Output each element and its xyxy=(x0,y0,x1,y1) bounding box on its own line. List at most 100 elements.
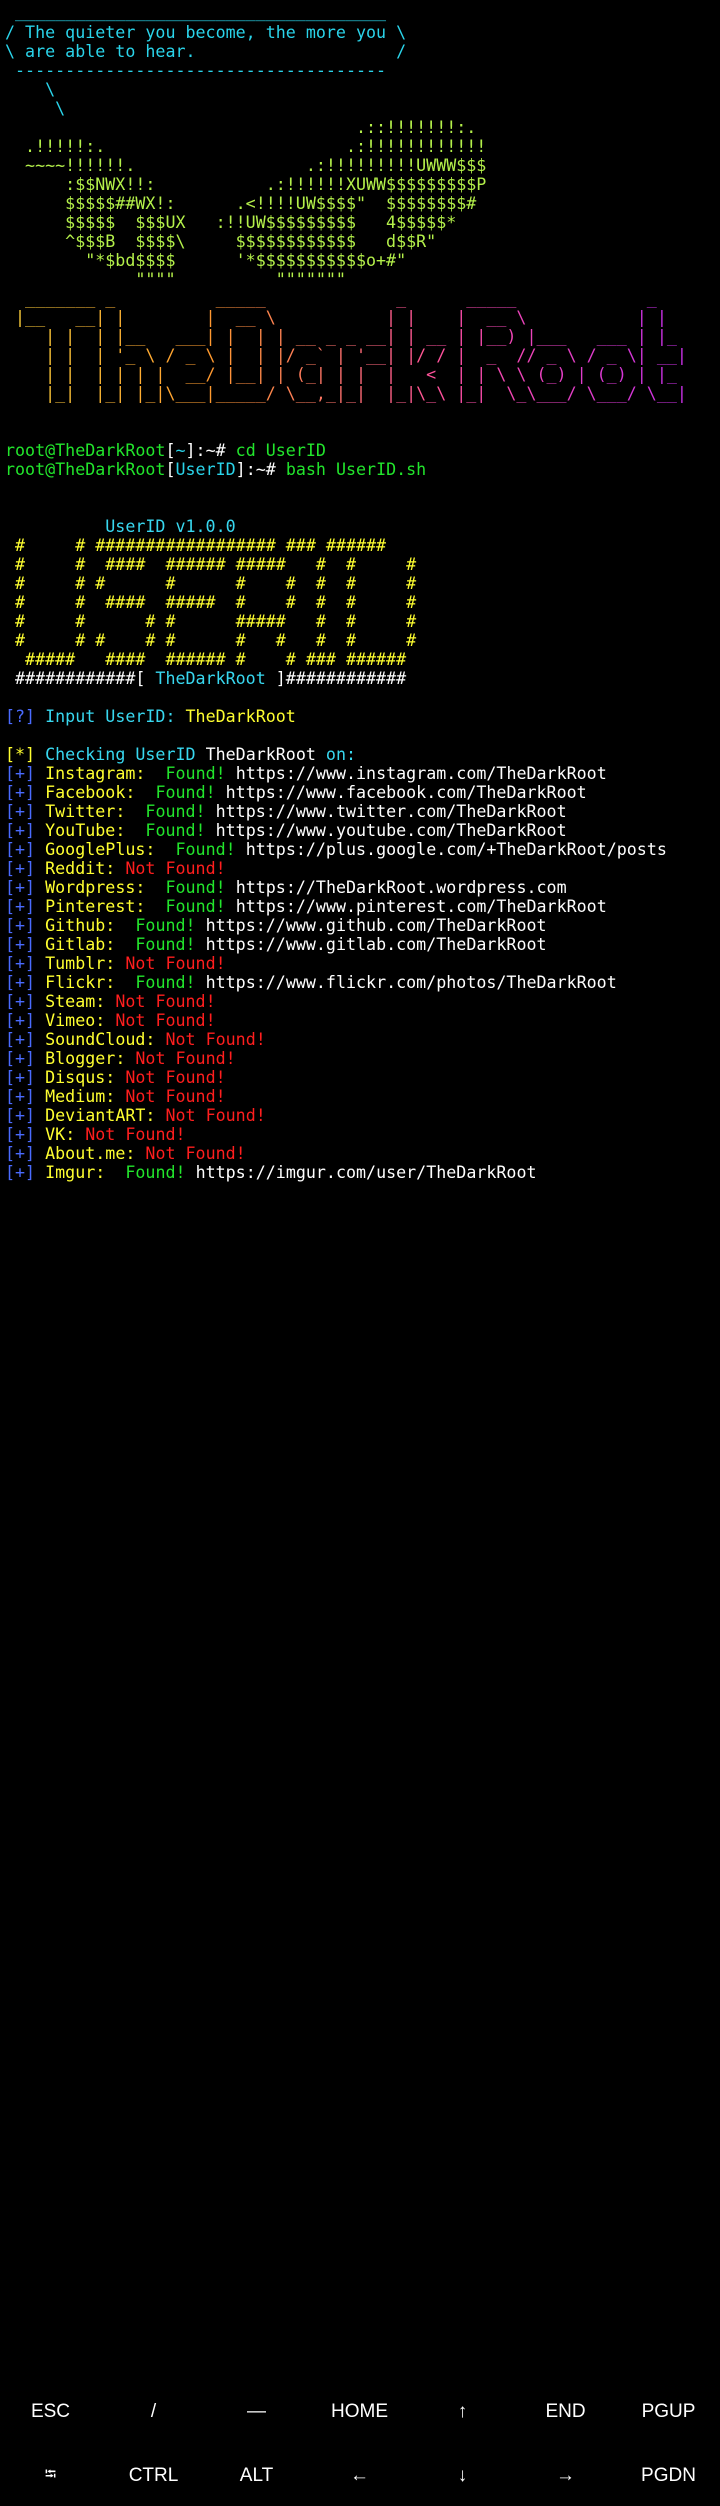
result-line: [+] Pinterest: Found! https://www.pinter… xyxy=(5,897,607,916)
key-home[interactable]: HOME xyxy=(308,2382,411,2442)
tool-logo-line: # # ################## ### ###### xyxy=(5,536,387,555)
result-site: Steam xyxy=(45,992,96,1011)
result-site: Vimeo xyxy=(45,1011,96,1030)
plus-badge: [+] xyxy=(5,1011,36,1030)
result-site: Instagram xyxy=(45,764,136,783)
result-url[interactable]: https://www.github.com/TheDarkRoot xyxy=(206,916,547,935)
result-status: Found! xyxy=(125,1163,186,1182)
key-alt[interactable]: ALT xyxy=(205,2446,308,2506)
key-pgup[interactable]: PGUP xyxy=(617,2382,720,2442)
result-status: Not Found! xyxy=(125,954,226,973)
result-status: Found! xyxy=(145,802,206,821)
result-line: [+] Imgur: Found! https://imgur.com/user… xyxy=(5,1163,537,1182)
shell-command-line: root@TheDarkRoot[UserID]:~# bash UserID.… xyxy=(5,460,427,479)
tool-logo-line: # # #### ##### # # # # # xyxy=(5,593,417,612)
result-url[interactable]: https://www.pinterest.com/TheDarkRoot xyxy=(236,897,607,916)
result-line: [+] Vimeo: Not Found! xyxy=(5,1011,216,1030)
result-site: Blogger xyxy=(45,1049,116,1068)
key-esc[interactable]: ESC xyxy=(0,2382,102,2442)
result-line: [+] Wordpress: Found! https://TheDarkRoo… xyxy=(5,878,567,897)
banner-line: |_| |_| |_|\___|_____/ \__,_|_| |_|\_\ |… xyxy=(5,384,687,403)
plus-badge: [+] xyxy=(5,859,36,878)
result-url[interactable]: https://www.instagram.com/TheDarkRoot xyxy=(236,764,607,783)
plus-badge: [+] xyxy=(5,954,36,973)
result-line: [+] Instagram: Found! https://www.instag… xyxy=(5,764,607,783)
plus-badge: [+] xyxy=(5,840,36,859)
result-line: [+] Twitter: Found! https://www.twitter.… xyxy=(5,802,567,821)
key-left-arrow[interactable]: ← xyxy=(308,2446,411,2506)
plus-badge: [+] xyxy=(5,916,36,935)
banner-line: _______ _ _____ _ _____ _ xyxy=(5,289,657,308)
plus-badge: [+] xyxy=(5,783,36,802)
tool-footer-line: ############[ TheDarkRoot ]############ xyxy=(5,669,407,688)
plus-badge: [+] xyxy=(5,1087,36,1106)
result-url[interactable]: https://imgur.com/user/TheDarkRoot xyxy=(196,1163,537,1182)
result-site: Disqus xyxy=(45,1068,106,1087)
cowsay-tail-2: \ xyxy=(5,99,66,118)
tool-logo-line: # # # # # # # # # xyxy=(5,574,417,593)
plus-badge: [+] xyxy=(5,1163,36,1182)
result-status: Not Found! xyxy=(125,859,226,878)
result-url[interactable]: https://www.facebook.com/TheDarkRoot xyxy=(226,783,587,802)
result-site: Twitter xyxy=(45,802,116,821)
dragon-art-line: ^$$$B $$$$\ $$$$$$$$$$$$ d$$R" xyxy=(5,232,437,251)
tool-logo-line: # # #### ###### ##### # # # xyxy=(5,555,417,574)
result-status: Found! xyxy=(165,897,226,916)
result-line: [+] Disqus: Not Found! xyxy=(5,1068,226,1087)
asterisk-badge: [*] xyxy=(5,745,36,764)
result-url[interactable]: https://www.youtube.com/TheDarkRoot xyxy=(216,821,567,840)
result-site: DeviantART xyxy=(45,1106,146,1125)
result-status: Found! xyxy=(145,821,206,840)
result-url[interactable]: https://www.gitlab.com/TheDarkRoot xyxy=(206,935,547,954)
banner-line: | | | | | | __/ |__| | (_| | | | < | | \… xyxy=(5,365,677,384)
prompt-suffix: :~# xyxy=(195,441,236,460)
result-site: Flickr xyxy=(45,973,106,992)
dragon-art-line: .::!!!!!!!:. xyxy=(5,118,477,137)
key-slash[interactable]: / xyxy=(102,2382,205,2442)
input-label: Input UserID: xyxy=(35,707,186,726)
dragon-art-line: $$$$$ $$$UX :!!UW$$$$$$$$$ 4$$$$$* xyxy=(5,213,457,232)
command-text: bash UserID.sh xyxy=(285,460,427,479)
dragon-art-line: """" """"""" xyxy=(5,270,346,289)
plus-badge: [+] xyxy=(5,1125,36,1144)
result-line: [+] SoundCloud: Not Found! xyxy=(5,1030,266,1049)
plus-badge: [+] xyxy=(5,897,36,916)
result-url[interactable]: https://TheDarkRoot.wordpress.com xyxy=(236,878,567,897)
key-dash[interactable]: — xyxy=(205,2382,308,2442)
key-end[interactable]: END xyxy=(514,2382,617,2442)
result-line: [+] VK: Not Found! xyxy=(5,1125,186,1144)
key-ctrl[interactable]: CTRL xyxy=(102,2446,205,2506)
dragon-art-line: .!!!!!:. .:!!!!!!!!!!!! xyxy=(5,137,487,156)
key-tab[interactable]: ⭾ xyxy=(0,2446,102,2506)
result-url[interactable]: https://plus.google.com/+TheDarkRoot/pos… xyxy=(246,840,667,859)
result-site: VK xyxy=(45,1125,66,1144)
result-site: About.me xyxy=(45,1144,126,1163)
cowsay-top: _____________________________________ xyxy=(5,2,387,21)
cowsay-line-1: / The quieter you become, the more you \ xyxy=(5,23,407,42)
result-line: [+] About.me: Not Found! xyxy=(5,1144,246,1163)
result-status: Found! xyxy=(135,973,196,992)
result-status: Found! xyxy=(135,916,196,935)
result-site: Reddit xyxy=(45,859,106,878)
input-value: TheDarkRoot xyxy=(185,707,296,726)
cowsay-tail-1: \ xyxy=(5,80,56,99)
dragon-art-line: $$$$$##WX!: .<!!!!UW$$$$" $$$$$$$$# xyxy=(5,194,477,213)
plus-badge: [+] xyxy=(5,802,36,821)
result-site: Github xyxy=(45,916,106,935)
result-status: Not Found! xyxy=(165,1030,266,1049)
result-url[interactable]: https://www.twitter.com/TheDarkRoot xyxy=(216,802,567,821)
result-status: Found! xyxy=(165,878,226,897)
key-down-arrow[interactable]: ↓ xyxy=(411,2446,514,2506)
terminal-output[interactable]: _____________________________________ / … xyxy=(0,0,720,1190)
key-up-arrow[interactable]: ↑ xyxy=(411,2382,514,2442)
key-right-arrow[interactable]: → xyxy=(514,2446,617,2506)
result-url[interactable]: https://www.flickr.com/photos/TheDarkRoo… xyxy=(206,973,617,992)
dragon-art-line: ~~~~!!!!!!. .:!!!!!!!!!UWWW$$$ xyxy=(5,156,487,175)
plus-badge: [+] xyxy=(5,1144,36,1163)
plus-badge: [+] xyxy=(5,878,36,897)
plus-badge: [+] xyxy=(5,973,36,992)
result-site: YouTube xyxy=(45,821,116,840)
key-pgdn[interactable]: PGDN xyxy=(617,2446,720,2506)
command-text: cd UserID xyxy=(235,441,326,460)
result-site: SoundCloud xyxy=(45,1030,146,1049)
